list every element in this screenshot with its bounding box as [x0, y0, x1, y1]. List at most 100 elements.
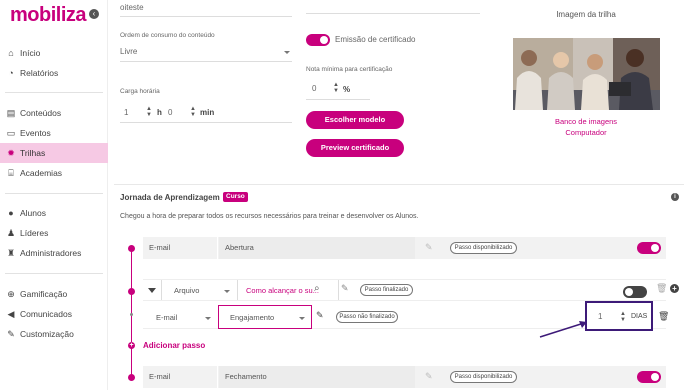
- sidebar-item-label: Gamificação: [20, 289, 68, 299]
- add-step-icon[interactable]: +: [128, 342, 135, 349]
- sidebar-item-trilhas[interactable]: ✹ Trilhas: [0, 143, 108, 163]
- step-channel-select[interactable]: E-mail: [156, 313, 177, 322]
- divider: [306, 13, 480, 14]
- annotation-arrow-icon: [539, 321, 587, 338]
- divider: [306, 99, 370, 100]
- min-grade-stepper-icon[interactable]: ▲ ▼: [333, 82, 339, 94]
- computer-upload-link[interactable]: Computador: [512, 127, 660, 138]
- add-icon[interactable]: +: [670, 284, 679, 293]
- sidebar-item-label: Relatórios: [20, 68, 59, 78]
- sidebar-item-label: Trilhas: [20, 148, 46, 158]
- minutes-input[interactable]: 0: [168, 108, 172, 117]
- edit-icon[interactable]: ✎: [425, 371, 433, 382]
- presentation-icon: ▭: [6, 128, 16, 138]
- timeline-dot: [128, 245, 135, 252]
- home-icon: ⌂: [8, 48, 14, 58]
- sidebar: mobiliza ‹ ⌂ Início ◔ Relatórios ▤ Conte…: [0, 0, 108, 390]
- gamepad-icon: ⊕: [7, 289, 15, 299]
- step-toggle[interactable]: [637, 371, 661, 383]
- sidebar-item-gamificacao[interactable]: ⊕ Gamificação: [0, 284, 108, 304]
- trash-icon[interactable]: 🗑: [656, 283, 667, 294]
- delay-unit: DIAS: [631, 313, 648, 320]
- step-toggle[interactable]: [623, 286, 647, 298]
- content-icon: ▤: [6, 108, 16, 118]
- min-grade-input[interactable]: 0: [312, 84, 316, 93]
- step-content-link[interactable]: Como alcançar o su...: [246, 286, 319, 295]
- sidebar-item-eventos[interactable]: ▭ Eventos: [0, 123, 108, 143]
- collapse-sidebar-icon[interactable]: ‹: [89, 9, 99, 19]
- divider: [120, 61, 292, 62]
- hours-stepper-icon[interactable]: ▲ ▼: [146, 106, 152, 118]
- step-status-badge: Passo finalizado: [360, 284, 413, 296]
- pie-chart-icon: ◔: [8, 68, 14, 78]
- timeline-dot: [128, 374, 135, 381]
- edit-icon[interactable]: ✎: [425, 242, 433, 253]
- sidebar-item-relatorios[interactable]: ◔ Relatórios: [0, 63, 108, 83]
- step-type-select[interactable]: Arquivo: [174, 286, 199, 295]
- sidebar-item-label: Conteúdos: [20, 108, 62, 118]
- minutes-stepper-icon[interactable]: ▲ ▼: [190, 106, 196, 118]
- choose-model-button[interactable]: Escolher modelo: [306, 111, 404, 129]
- timeline-substep-dot: [130, 313, 133, 316]
- chevron-down-icon[interactable]: [224, 290, 230, 293]
- delay-value[interactable]: 1: [598, 312, 602, 321]
- sidebar-item-administradores[interactable]: ♜ Administradores: [0, 243, 108, 263]
- step-row-4: E-mail Fechamento ✎ Passo disponibilizad…: [143, 366, 666, 388]
- step-status-badge: Passo disponibilizado: [450, 242, 517, 254]
- divider: [217, 366, 218, 388]
- condition-select[interactable]: Engajamento: [218, 305, 312, 329]
- name-input[interactable]: oiteste: [120, 3, 144, 12]
- divider: [120, 16, 292, 17]
- sidebar-item-label: Comunicados: [20, 309, 72, 319]
- image-panel-title: Imagem da trilha: [556, 10, 616, 19]
- edit-icon[interactable]: ✎: [341, 283, 349, 294]
- divider: [5, 273, 103, 274]
- sidebar-item-alunos[interactable]: ● Alunos: [0, 203, 108, 223]
- divider: [161, 280, 162, 300]
- certificate-toggle[interactable]: [306, 34, 330, 46]
- minutes-unit: min: [200, 108, 215, 117]
- chevron-down-icon[interactable]: [205, 317, 211, 320]
- sidebar-item-lideres[interactable]: ♟ Líderes: [0, 223, 108, 243]
- consumption-label: Ordem de consumo do conteúdo: [120, 32, 215, 39]
- chevron-down-icon[interactable]: [284, 51, 290, 54]
- sidebar-item-inicio[interactable]: ⌂ Início: [0, 43, 108, 63]
- sidebar-item-label: Eventos: [20, 128, 51, 138]
- sidebar-item-conteudos[interactable]: ▤ Conteúdos: [0, 103, 108, 123]
- consumption-select[interactable]: Livre: [120, 47, 137, 56]
- chevron-down-icon: [299, 317, 305, 320]
- edit-icon[interactable]: ✎: [316, 310, 324, 321]
- step-row-2: Arquivo Como alcançar o su... ⌕ ✎ Passo …: [143, 279, 667, 301]
- user-icon: ●: [8, 208, 14, 218]
- step-status-badge: Passo disponibilizado: [450, 371, 517, 383]
- sidebar-item-label: Alunos: [20, 208, 46, 218]
- delay-stepper-icon[interactable]: ▲ ▼: [620, 311, 626, 323]
- step-status-badge: Passo não finalizado: [336, 311, 398, 323]
- sidebar-item-comunicados[interactable]: ◀ Comunicados: [0, 304, 108, 324]
- expand-icon[interactable]: [148, 288, 156, 293]
- sidebar-item-label: Líderes: [20, 228, 49, 238]
- timeline-dot: [128, 288, 135, 295]
- search-icon[interactable]: ⌕: [314, 283, 320, 294]
- sidebar-item-label: Administradores: [20, 248, 82, 258]
- step-channel: E-mail: [149, 243, 171, 252]
- step-toggle[interactable]: [637, 242, 661, 254]
- sidebar-item-academias[interactable]: ⌸ Academias: [0, 163, 108, 183]
- trail-icon: ✹: [7, 148, 15, 158]
- condition-value: Engajamento: [230, 313, 275, 322]
- step-channel: E-mail: [149, 372, 171, 381]
- hours-input[interactable]: 1: [124, 108, 128, 117]
- image-bank-link[interactable]: Banco de imagens: [512, 116, 660, 127]
- delay-field[interactable]: 1 ▲ ▼ DIAS: [585, 301, 653, 331]
- preview-certificate-button[interactable]: Preview certificado: [306, 139, 404, 157]
- info-icon[interactable]: i: [671, 193, 679, 201]
- add-step-button[interactable]: Adicionar passo: [143, 341, 205, 350]
- sidebar-item-label: Início: [20, 48, 41, 58]
- trash-icon[interactable]: 🗑: [658, 311, 669, 322]
- sidebar-item-customizacao[interactable]: ✎ Customização: [0, 324, 108, 344]
- divider: [217, 237, 218, 259]
- megaphone-icon: ◀: [7, 309, 15, 319]
- certificate-toggle-label: Emissão de certificado: [335, 35, 416, 44]
- min-grade-unit: %: [343, 85, 351, 94]
- trail-image[interactable]: [513, 38, 660, 110]
